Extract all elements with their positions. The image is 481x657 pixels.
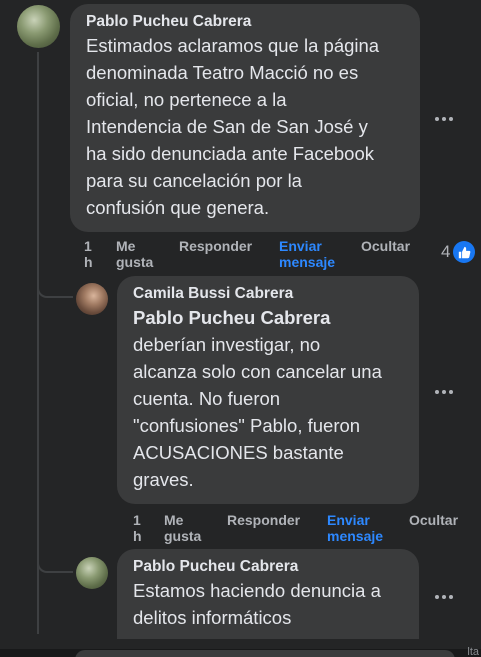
reply-connector xyxy=(37,545,73,573)
comment-text: Estimados aclaramos que la página denomi… xyxy=(86,35,380,218)
comment-bubble: Pablo Pucheu Cabrera Estamos haciendo de… xyxy=(117,549,419,639)
like-button[interactable]: Me gusta xyxy=(116,238,162,270)
comment-text: deberían investigar, no alcanza solo con… xyxy=(133,334,382,490)
hide-button[interactable]: Ocultar xyxy=(409,512,458,528)
reply-connector xyxy=(37,270,73,298)
like-button[interactable]: Me gusta xyxy=(164,512,210,544)
send-message-link[interactable]: Enviar mensaje xyxy=(327,512,391,544)
reaction-number: 4 xyxy=(441,242,451,261)
reply-button[interactable]: Responder xyxy=(227,512,300,528)
comment-bubble: Pablo Pucheu Cabrera Estimados aclaramos… xyxy=(70,4,420,232)
more-options-icon[interactable] xyxy=(430,381,458,401)
comment-author[interactable]: Pablo Pucheu Cabrera xyxy=(133,557,407,577)
timestamp[interactable]: 1 h xyxy=(84,238,98,270)
reply-button[interactable]: Responder xyxy=(179,238,252,254)
reaction-count[interactable]: 4 xyxy=(441,241,476,263)
avatar[interactable] xyxy=(76,557,108,589)
more-options-icon[interactable] xyxy=(430,586,458,606)
edge-text: lta xyxy=(467,646,479,657)
next-comment-bubble xyxy=(75,650,455,657)
comment-text: Estamos haciendo denuncia a delitos info… xyxy=(133,580,381,628)
hide-button[interactable]: Ocultar xyxy=(361,238,410,254)
more-options-icon[interactable] xyxy=(430,108,458,128)
send-message-link[interactable]: Enviar mensaje xyxy=(279,238,343,270)
comment-author[interactable]: Pablo Pucheu Cabrera xyxy=(86,12,408,32)
timestamp[interactable]: 1 h xyxy=(133,512,147,544)
mention-link[interactable]: Pablo Pucheu Cabrera xyxy=(133,304,407,331)
comment-author[interactable]: Camila Bussi Cabrera xyxy=(133,284,407,304)
comment-bubble: Camila Bussi Cabrera Pablo Pucheu Cabrer… xyxy=(117,276,419,504)
like-icon xyxy=(453,241,476,263)
avatar[interactable] xyxy=(76,283,108,315)
avatar[interactable] xyxy=(17,5,60,48)
